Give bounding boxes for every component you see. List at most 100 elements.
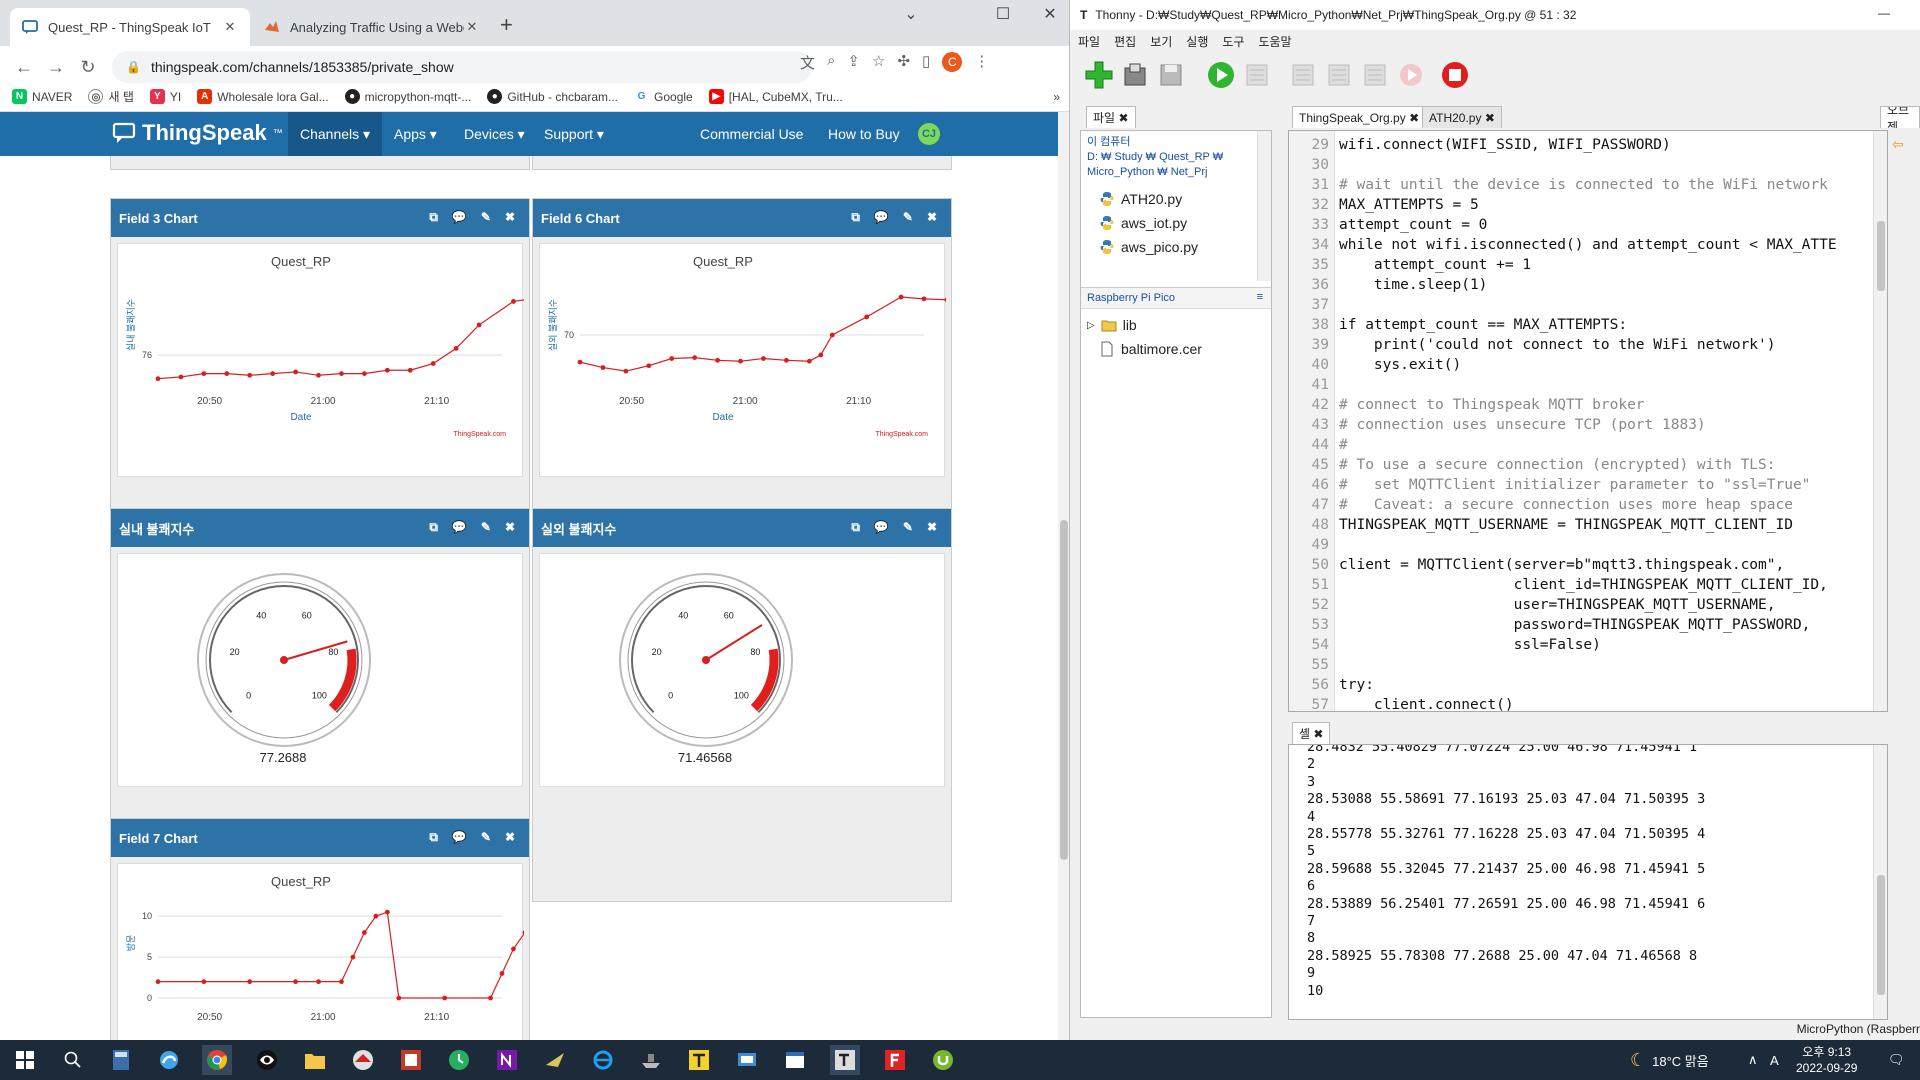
profile-avatar[interactable]: C — [942, 52, 963, 72]
code-line[interactable]: 32 MAX_ATTEMPTS = 5 — [1289, 195, 1887, 215]
menu-view[interactable]: 보기 — [1150, 33, 1172, 50]
edit-pencil-icon[interactable]: ✎ — [481, 210, 491, 225]
code-line[interactable]: 42 # connect to Thingspeak MQTT broker — [1289, 395, 1887, 415]
code-line[interactable]: 57 client.connect() — [1289, 695, 1887, 711]
code-line[interactable]: 33 attempt_count = 0 — [1289, 215, 1887, 235]
menu-run[interactable]: 실행 — [1186, 33, 1208, 50]
nav-support[interactable]: Support ▾ — [532, 112, 616, 156]
share-icon[interactable]: ⇪ — [847, 52, 860, 73]
address-bar[interactable]: 🔒 thingspeak.com/channels/1853385/privat… — [112, 51, 812, 83]
open-external-icon[interactable]: ⧉ — [429, 830, 438, 845]
code-line[interactable]: 29 wifi.connect(WIFI_SSID, WIFI_PASSWORD) — [1289, 135, 1887, 155]
code-line[interactable]: 48 THINGSPEAK_MQTT_USERNAME = THINGSPEAK_… — [1289, 515, 1887, 535]
close-icon[interactable]: ✖ — [505, 520, 515, 535]
edge-legacy-icon[interactable] — [154, 1045, 184, 1075]
code-line[interactable]: 53 password=THINGSPEAK_MQTT_PASSWORD, — [1289, 615, 1887, 635]
field6-line-chart[interactable]: Quest_RP 70 20:50 21:00 21:10 Date 실외 불쾌지수 Thin… — [540, 244, 946, 478]
maximize-button[interactable]: ☐ — [980, 4, 1026, 24]
weather-widget[interactable]: ☾ 18°C 맑음 — [1630, 1040, 1709, 1080]
app-bird-icon[interactable] — [540, 1045, 570, 1075]
search-icon[interactable] — [58, 1045, 88, 1075]
field7-line-chart[interactable]: Quest_RP 0 5 10 20:50 21:00 21:10 방문 — [118, 864, 524, 1040]
close-tab-icon[interactable]: ✕ — [222, 19, 238, 35]
code-line[interactable]: 46 # set MQTTClient initializer parameter… — [1289, 475, 1887, 495]
code-line[interactable]: 37 — [1289, 295, 1887, 315]
browser-menu-icon[interactable]: ⋮ — [974, 52, 989, 73]
app-f-icon[interactable] — [880, 1045, 910, 1075]
code-line[interactable]: 56 try: — [1289, 675, 1887, 695]
browser-tab-thingspeak[interactable]: Quest_RP - ThingSpeak IoT ✕ — [10, 8, 250, 46]
onenote-icon[interactable] — [492, 1045, 522, 1075]
thonny-statusbar[interactable]: MicroPython (Raspberr — [1070, 1022, 1920, 1040]
code-line[interactable]: 30 — [1289, 155, 1887, 175]
code-line[interactable]: 49 — [1289, 535, 1887, 555]
close-tab-icon[interactable]: ✖ — [1485, 111, 1495, 125]
app-red-square-icon[interactable] — [396, 1045, 426, 1075]
nav-apps[interactable]: Apps ▾ — [382, 112, 449, 156]
edit-pencil-icon[interactable]: ✎ — [903, 520, 913, 535]
user-avatar[interactable]: CJ — [918, 123, 940, 145]
code-line[interactable]: 31 # wait until the device is connected t… — [1289, 175, 1887, 195]
back-arrow-icon[interactable]: ⇦ — [1892, 136, 1904, 153]
step-into-button[interactable] — [1324, 60, 1354, 90]
extensions-icon[interactable]: ✣ — [897, 52, 910, 73]
folder-item[interactable]: ▷ lib — [1087, 317, 1137, 333]
open-external-icon[interactable]: ⧉ — [429, 520, 438, 535]
more-bookmarks-icon[interactable]: » — [1053, 90, 1060, 104]
close-icon[interactable]: ✖ — [505, 830, 515, 845]
files-panel-tab[interactable]: 파일 ✖ — [1086, 106, 1136, 128]
file-explorer-icon[interactable] — [300, 1045, 330, 1075]
code-line[interactable]: 41 — [1289, 375, 1887, 395]
object-panel-tab[interactable]: 오브젝 — [1880, 106, 1920, 128]
code-editor[interactable]: 29 wifi.connect(WIFI_SSID, WIFI_PASSWORD)… — [1288, 130, 1888, 712]
stop-button[interactable] — [1440, 60, 1470, 90]
code-line[interactable]: 54 ssl=False) — [1289, 635, 1887, 655]
forward-button[interactable]: → — [40, 57, 72, 78]
comment-icon[interactable]: 💬 — [452, 210, 467, 225]
shell-panel[interactable]: 28.4832 55.40829 77.07224 25.00 46.98 71… — [1288, 744, 1888, 1020]
save-file-button[interactable] — [1156, 60, 1186, 90]
side-panel-icon[interactable]: ▯ — [922, 52, 930, 73]
translate-icon[interactable]: 文 — [800, 52, 815, 73]
ime-indicator[interactable]: A — [1770, 1040, 1779, 1080]
app-ship-icon[interactable] — [636, 1045, 666, 1075]
file-item[interactable]: aws_pico.py — [1099, 239, 1198, 255]
menu-file[interactable]: 파일 — [1078, 33, 1100, 50]
thonny-taskbar-icon[interactable] — [830, 1045, 860, 1075]
app-eye-icon[interactable] — [252, 1045, 282, 1075]
nav-commercial-use[interactable]: Commercial Use — [688, 112, 815, 156]
editor-scroll-thumb[interactable] — [1877, 221, 1885, 291]
nav-devices[interactable]: Devices ▾ — [452, 112, 537, 156]
edit-pencil-icon[interactable]: ✎ — [903, 210, 913, 225]
new-tab-button[interactable]: + — [500, 12, 513, 38]
nav-channels[interactable]: Channels ▾ — [288, 112, 383, 156]
code-line[interactable]: 50 client = MQTTClient(server=b"mqtt3.thi… — [1289, 555, 1887, 575]
app-remote-icon[interactable] — [732, 1045, 762, 1075]
app-hat-icon[interactable] — [348, 1045, 378, 1075]
step-out-button[interactable] — [1360, 60, 1390, 90]
browser-tab-webcam[interactable]: Analyzing Traffic Using a Webca ✕ — [252, 8, 492, 46]
close-icon[interactable]: ✖ — [927, 520, 937, 535]
calculator-icon[interactable] — [106, 1045, 136, 1075]
back-button[interactable]: ← — [8, 57, 40, 78]
shell-tab[interactable]: 셸 ✖ — [1292, 722, 1331, 744]
tab-search-icon[interactable]: ⌄ — [888, 4, 934, 24]
menu-tools[interactable]: 도구 — [1222, 33, 1244, 50]
code-line[interactable]: 40 sys.exit() — [1289, 355, 1887, 375]
edit-pencil-icon[interactable]: ✎ — [481, 520, 491, 535]
new-file-button[interactable] — [1084, 60, 1114, 90]
shell-scrollbar[interactable] — [1873, 745, 1887, 1019]
open-file-button[interactable] — [1120, 60, 1150, 90]
code-line[interactable]: 51 client_id=THINGSPEAK_MQTT_CLIENT_ID, — [1289, 575, 1887, 595]
close-icon[interactable]: ✖ — [927, 210, 937, 225]
internet-explorer-icon[interactable] — [588, 1045, 618, 1075]
file-item[interactable]: ATH20.py — [1099, 191, 1182, 207]
resume-button[interactable] — [1396, 60, 1426, 90]
debug-button[interactable] — [1242, 60, 1272, 90]
thingspeak-logo[interactable]: ThingSpeak ™ — [112, 120, 283, 146]
reload-button[interactable]: ↻ — [72, 57, 104, 78]
open-external-icon[interactable]: ⧉ — [851, 520, 860, 535]
tray-overflow-icon[interactable]: ∧ — [1748, 1040, 1758, 1080]
bookmark-github-mqtt[interactable]: ● micropython-mqtt-... — [344, 89, 471, 104]
code-line[interactable]: 52 user=THINGSPEAK_MQTT_USERNAME, — [1289, 595, 1887, 615]
